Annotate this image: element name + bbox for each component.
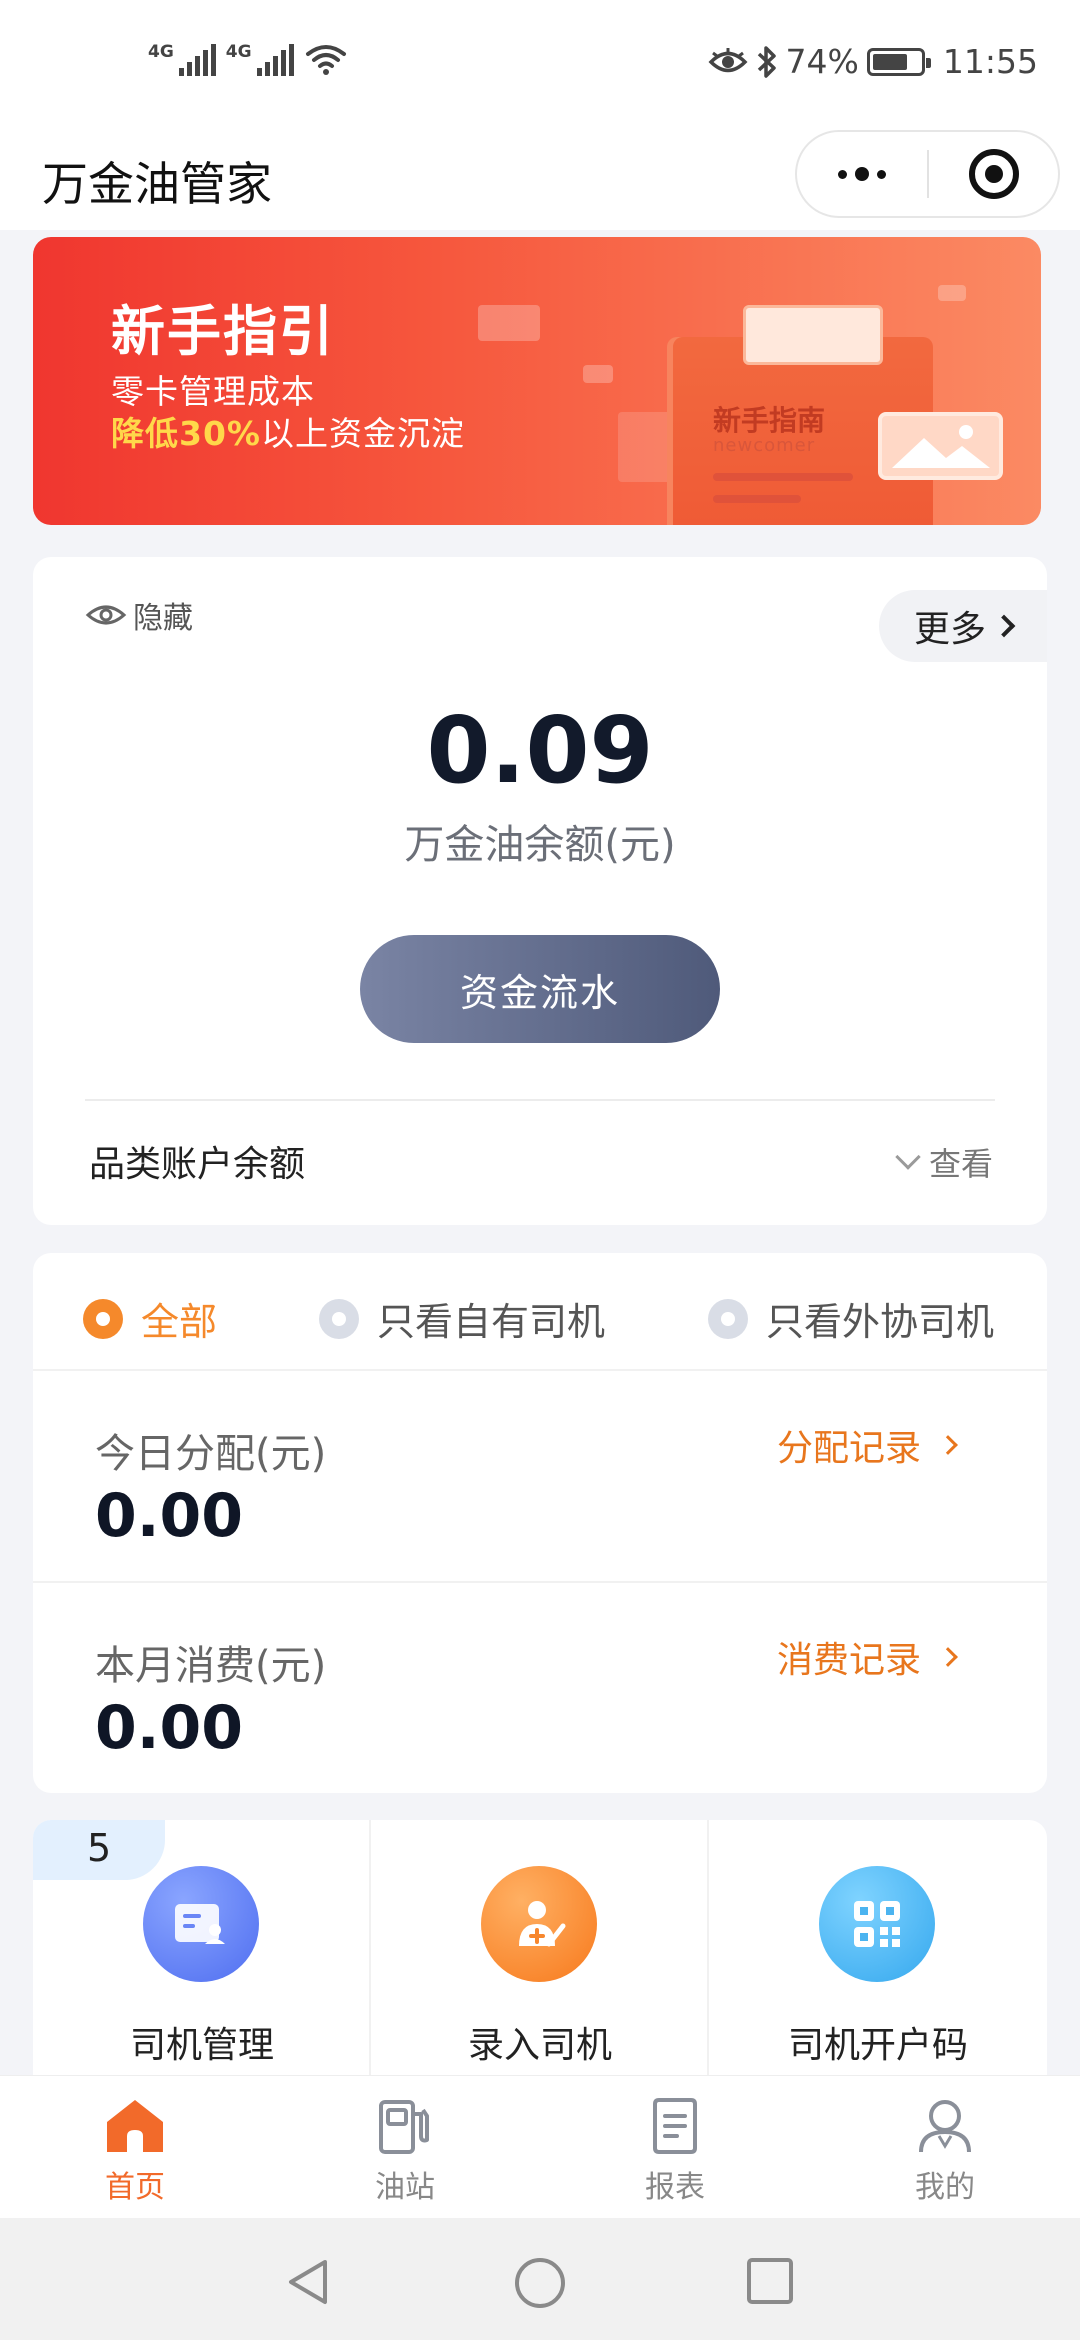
tab-home[interactable]: 首页 — [0, 2096, 270, 2206]
book-subtitle: newcomer — [713, 435, 816, 456]
more-options-button[interactable] — [797, 132, 927, 216]
allocation-records-label: 分配记录 — [776, 1428, 921, 1469]
driver-stats-card: 全部 只看自有司机 只看外协司机 今日分配(元) 0.00 分配记录 本月消费(… — [33, 1253, 1047, 1793]
radio-unselected-icon — [319, 1298, 359, 1339]
driver-filter: 全部 只看自有司机 只看外协司机 — [33, 1253, 1047, 1371]
network-type-2: 4G — [225, 42, 252, 62]
report-icon — [653, 2098, 697, 2154]
recent-apps-icon[interactable] — [745, 2256, 795, 2306]
clock: 11:55 — [942, 42, 1038, 81]
radio-selected-icon — [83, 1298, 123, 1339]
battery-percent: 74% — [785, 42, 859, 81]
profile-icon — [919, 2100, 971, 2153]
today-allocation-row: 今日分配(元) 0.00 分配记录 — [33, 1371, 1047, 1581]
system-navigation-bar — [0, 2218, 1080, 2340]
chevron-right-icon — [992, 614, 1016, 638]
driver-menu-grid: 司机管理 录入司机 司机开户码 5 — [33, 1820, 1047, 2080]
view-label: 查看 — [928, 1145, 993, 1183]
book-title: 新手指南 — [713, 404, 826, 437]
page-title: 万金油管家 — [42, 157, 272, 211]
hide-label: 隐藏 — [133, 601, 193, 636]
balance-amount: 0.09 — [426, 697, 654, 804]
back-icon[interactable] — [283, 2256, 333, 2308]
add-driver-icon — [481, 1866, 597, 1982]
view-category-balance-button[interactable]: 查看 — [895, 1139, 993, 1185]
document-illustration — [743, 305, 883, 365]
more-label: 更多 — [913, 609, 986, 650]
eye-icon — [85, 605, 127, 625]
tab-gas-station-label: 油站 — [375, 2170, 435, 2205]
status-right: 74% 11:55 — [708, 42, 1038, 81]
filter-external-drivers-label: 只看外协司机 — [766, 1300, 995, 1344]
app-header: 万金油管家 — [0, 130, 1080, 230]
menu-driver-account-code[interactable]: 司机开户码 — [709, 1820, 1047, 2080]
today-allocation-label: 今日分配(元) — [95, 1431, 327, 1477]
chevron-right-icon — [938, 1435, 958, 1455]
divider — [85, 1099, 995, 1101]
tab-report-label: 报表 — [645, 2170, 705, 2205]
banner-line-2-rest: 以上资金沉淀 — [261, 414, 465, 453]
monthly-consumption-row: 本月消费(元) 0.00 消费记录 — [33, 1583, 1047, 1793]
consumption-records-label: 消费记录 — [776, 1640, 921, 1681]
status-bar: 4G 4G 74% 11:55 — [0, 0, 1080, 130]
fund-flow-button[interactable]: 资金流水 — [360, 935, 720, 1043]
radio-unselected-icon — [708, 1298, 748, 1339]
banner-line-1: 零卡管理成本 — [111, 372, 315, 411]
mini-program-capsule — [795, 130, 1060, 218]
consumption-records-link[interactable]: 消费记录 — [776, 1631, 958, 1683]
banner-highlight: 降低30% — [111, 414, 261, 453]
banner-title: 新手指引 — [111, 300, 335, 363]
filter-all-label: 全部 — [141, 1300, 218, 1344]
chevron-right-icon — [938, 1647, 958, 1667]
eye-comfort-icon — [708, 47, 748, 72]
tab-profile-label: 我的 — [915, 2170, 975, 2205]
tab-home-label: 首页 — [105, 2170, 165, 2205]
tab-gas-station[interactable]: 油站 — [270, 2096, 540, 2206]
menu-driver-management-label: 司机管理 — [129, 2025, 274, 2066]
tab-report[interactable]: 报表 — [540, 2096, 810, 2206]
home-icon — [107, 2100, 163, 2152]
bluetooth-icon — [757, 45, 776, 78]
signal-indicators: 4G 4G — [148, 42, 348, 76]
balance-card: 隐藏 更多 0.09 万金油余额(元) 资金流水 品类账户余额 查看 — [33, 557, 1047, 1225]
filter-external-drivers-radio[interactable]: 只看外协司机 — [708, 1291, 994, 1346]
menu-add-driver[interactable]: 录入司机 — [371, 1820, 709, 2080]
more-button[interactable]: 更多 — [879, 590, 1047, 662]
home-circle-icon[interactable] — [513, 2256, 567, 2310]
driver-card-icon — [143, 1866, 259, 1982]
newcomer-guide-banner[interactable]: 新手指引 零卡管理成本 降低30%以上资金沉淀 新手指南 newcomer — [33, 237, 1041, 525]
filter-own-drivers-radio[interactable]: 只看自有司机 — [319, 1291, 605, 1346]
image-illustration — [878, 412, 1003, 480]
qr-code-icon — [819, 1866, 935, 1982]
close-mini-program-button[interactable] — [929, 149, 1058, 199]
allocation-records-link[interactable]: 分配记录 — [776, 1419, 958, 1471]
hide-balance-toggle[interactable]: 隐藏 — [85, 593, 193, 637]
monthly-consumption-label: 本月消费(元) — [95, 1643, 327, 1689]
balance-label: 万金油余额(元) — [404, 822, 676, 868]
menu-add-driver-label: 录入司机 — [467, 2025, 612, 2066]
tab-profile[interactable]: 我的 — [810, 2096, 1080, 2206]
driver-count-badge: 5 — [33, 1820, 165, 1880]
target-icon — [968, 149, 1019, 199]
wifi-icon — [305, 45, 346, 75]
battery-icon — [866, 47, 931, 76]
filter-all-radio[interactable]: 全部 — [83, 1291, 217, 1346]
cell-signal-icon-2: 4G — [226, 44, 294, 76]
bottom-tab-bar: 首页 油站 报表 我的 — [0, 2075, 1080, 2218]
filter-own-drivers-label: 只看自有司机 — [377, 1300, 606, 1344]
gas-station-icon — [379, 2100, 429, 2154]
cell-signal-icon: 4G — [148, 44, 216, 76]
menu-driver-account-code-label: 司机开户码 — [787, 2025, 968, 2066]
network-type-1: 4G — [148, 42, 174, 62]
category-balance-label: 品类账户余额 — [89, 1144, 306, 1185]
monthly-consumption-value: 0.00 — [95, 1693, 244, 1763]
banner-line-2: 降低30%以上资金沉淀 — [111, 407, 465, 455]
chevron-down-icon — [895, 1144, 921, 1170]
today-allocation-value: 0.00 — [95, 1481, 244, 1551]
